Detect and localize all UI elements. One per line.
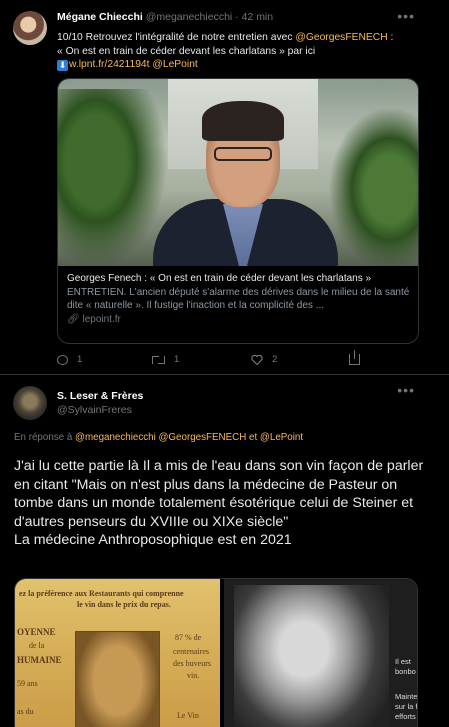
tweet-text: J'ai lu cette partie là Il a mis de l'ea… xyxy=(14,457,438,550)
mention-lepoint[interactable]: @LePoint xyxy=(152,59,197,70)
newspaper-line: ez la préférence aux Restaurants qui com… xyxy=(19,589,184,598)
retweet-icon xyxy=(152,354,165,365)
tweet-text-part: « On est en train de céder devant les ch… xyxy=(57,45,316,57)
heart-icon xyxy=(251,354,263,365)
tweet-actions: 1 1 2 xyxy=(57,350,397,368)
newspaper-text: 87 % de xyxy=(175,633,202,642)
avatar[interactable] xyxy=(13,11,47,45)
card-source: 🔗︎ lepoint.fr xyxy=(67,313,413,327)
link-preview-card[interactable]: Georges Fenech : « On est en train de cé… xyxy=(57,78,419,344)
link-icon: 🔗︎ xyxy=(67,313,80,325)
reply-mention-lepoint[interactable]: @LePoint xyxy=(260,432,303,443)
author-name[interactable]: Mégane Chiecchi xyxy=(57,11,143,23)
share-icon xyxy=(349,350,360,365)
reply-mentions[interactable]: @meganechiecchi @GeorgesFENECH xyxy=(75,432,246,443)
newspaper-line: le vin dans le prix du repas. xyxy=(77,600,171,609)
tweet-text: 10/10 Retrouvez l'intégralité de notre e… xyxy=(57,31,427,72)
tweet-link[interactable]: w.lpnt.fr/2421194t xyxy=(69,59,150,70)
more-options-icon[interactable]: ••• xyxy=(397,8,415,24)
tweet-media[interactable]: ez la préférence aux Restaurants qui com… xyxy=(14,578,418,727)
card-image[interactable] xyxy=(58,79,418,266)
newspaper-text: des buveurs xyxy=(173,659,211,668)
newspaper-text: vin. xyxy=(187,671,200,680)
newspaper-text: de la xyxy=(29,641,45,650)
tweet-text-last-line: La médecine Anthroposophique est en 2021 xyxy=(14,532,292,549)
media-image-portrait[interactable]: Il est bonbo Mainte sur la fo efforts xyxy=(224,579,418,727)
tweet-header: Mégane Chiecchi @meganechiecchi · 42 min xyxy=(57,11,273,23)
avatar[interactable] xyxy=(13,386,47,420)
media-image-newspaper[interactable]: ez la préférence aux Restaurants qui com… xyxy=(15,579,220,727)
tweet-text-paragraph: J'ai lu cette partie là Il a mis de l'ea… xyxy=(14,458,424,530)
reply-count: 1 xyxy=(77,354,83,365)
tweet-text-part: : xyxy=(387,32,394,43)
reply-prefix: En réponse à xyxy=(14,432,73,443)
separator: · xyxy=(235,11,239,23)
media-caption: efforts xyxy=(395,712,416,721)
card-source-domain: lepoint.fr xyxy=(82,313,121,325)
tweet-text-part: 10/10 Retrouvez l'intégralité de notre e… xyxy=(57,32,296,43)
tweet-sylvain[interactable]: S. Leser & Frères @SylvainFreres ••• En … xyxy=(0,376,449,727)
timestamp[interactable]: 42 min xyxy=(242,11,274,23)
media-caption: Il est xyxy=(395,657,411,666)
share-button[interactable] xyxy=(349,350,360,365)
retweet-count: 1 xyxy=(174,354,180,365)
author-handle[interactable]: @meganechiecchi xyxy=(146,11,233,23)
tweet-megane[interactable]: Mégane Chiecchi @meganechiecchi · 42 min… xyxy=(0,0,449,375)
newspaper-portrait xyxy=(75,631,160,727)
like-button[interactable]: 2 xyxy=(251,354,277,365)
mention-georgesfenech[interactable]: @GeorgesFENECH xyxy=(295,32,387,43)
reply-button[interactable]: 1 xyxy=(57,354,82,365)
like-count: 2 xyxy=(272,354,278,365)
newspaper-text: 59 ans xyxy=(17,679,38,688)
newspaper-text: centenaires xyxy=(173,647,209,656)
tweet-header: S. Leser & Frères @SylvainFreres xyxy=(57,389,143,417)
author-handle[interactable]: @SylvainFreres xyxy=(57,403,143,417)
media-caption: sur la fo xyxy=(395,702,418,711)
author-name[interactable]: S. Leser & Frères xyxy=(57,389,143,403)
media-caption: Mainte xyxy=(395,692,418,701)
newspaper-text: Le Vin xyxy=(177,711,199,720)
portrait-photo xyxy=(234,585,389,727)
card-text: Georges Fenech : « On est en train de cé… xyxy=(67,272,413,326)
retweet-button[interactable]: 1 xyxy=(152,354,179,365)
reply-icon xyxy=(57,354,68,365)
more-options-icon[interactable]: ••• xyxy=(397,382,415,398)
media-caption: bonbo xyxy=(395,667,416,676)
reply-context: En réponse à @meganechiecchi @GeorgesFEN… xyxy=(14,432,303,443)
card-title: Georges Fenech : « On est en train de cé… xyxy=(67,273,372,284)
card-description: ENTRETIEN. L'ancien député s'alarme des … xyxy=(67,286,410,312)
down-arrow-emoji-icon: ⬇ xyxy=(57,60,68,71)
newspaper-text: OYENNE xyxy=(17,627,56,637)
reply-and: et xyxy=(249,432,258,443)
newspaper-text: as du xyxy=(17,707,34,716)
newspaper-text: HUMAINE xyxy=(17,655,62,665)
